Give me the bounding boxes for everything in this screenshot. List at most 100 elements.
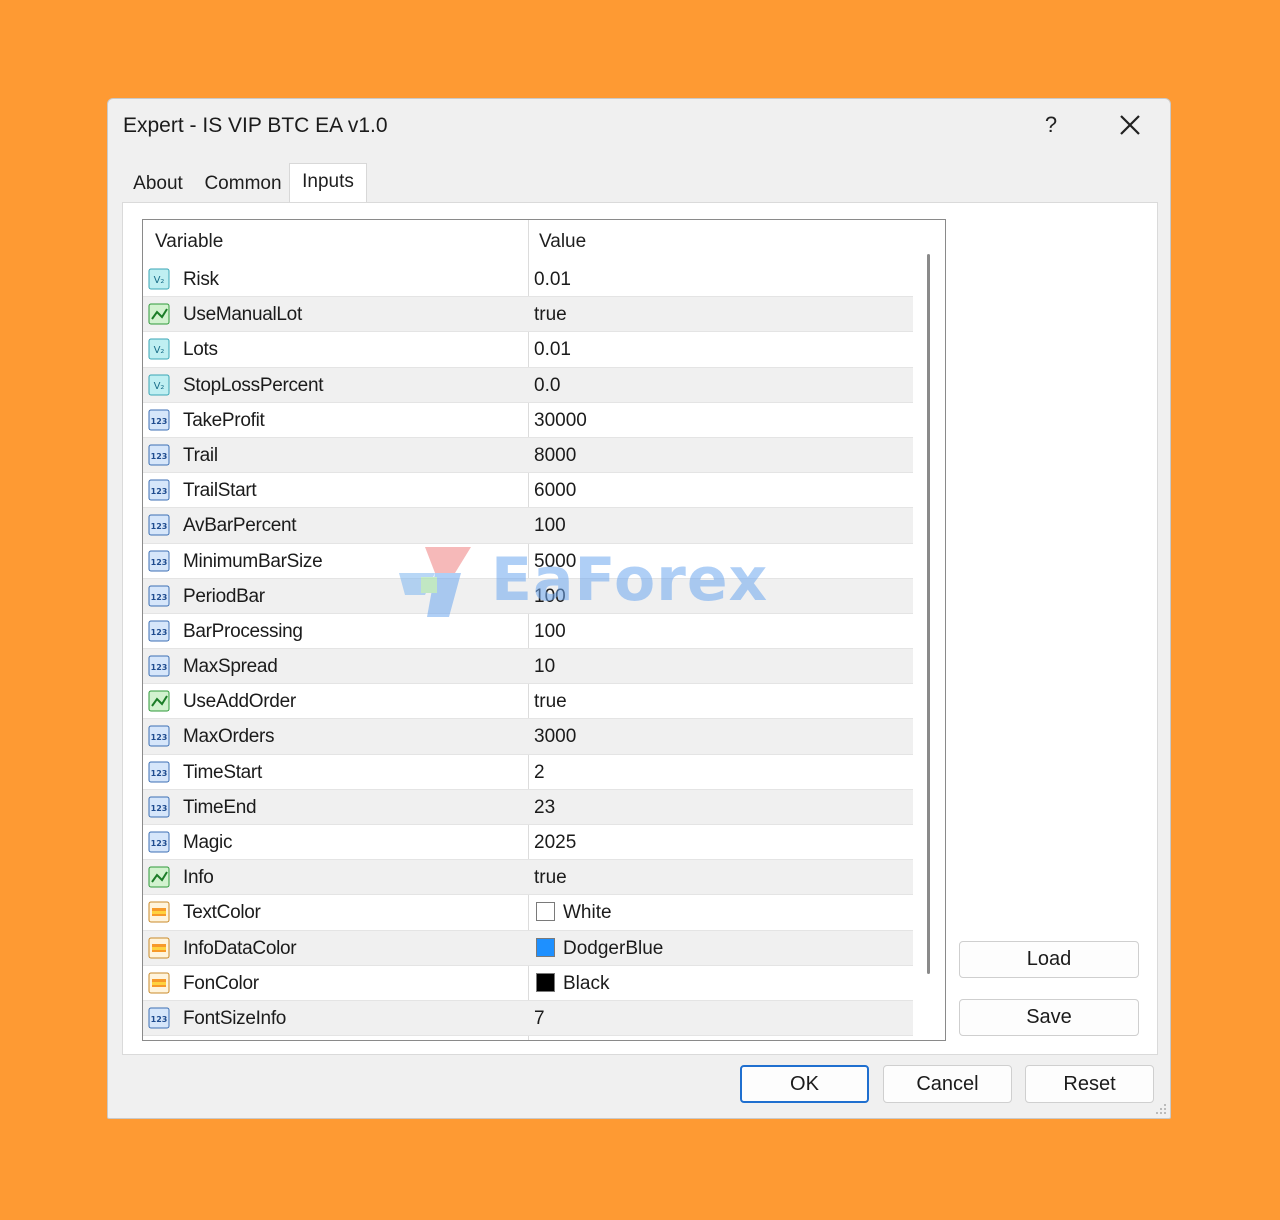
window-title: Expert - IS VIP BTC EA v1.0 xyxy=(123,114,388,137)
int-icon: 123 xyxy=(148,514,172,536)
close-button[interactable] xyxy=(1110,107,1150,143)
variable-name: Risk xyxy=(183,269,219,290)
variable-name: FontSizeInfo xyxy=(183,1007,287,1029)
svg-text:123: 123 xyxy=(151,522,168,531)
grid-row-info[interactable]: Info true xyxy=(143,860,913,896)
grid-row-trailstart[interactable]: 123 TrailStart 6000 xyxy=(143,473,913,509)
grid-row-takeprofit[interactable]: 123 TakeProfit 30000 xyxy=(143,403,913,438)
int-icon: 123 xyxy=(148,620,172,642)
variable-value[interactable]: true xyxy=(534,860,567,895)
int-icon: 123 xyxy=(148,444,172,466)
svg-text:123: 123 xyxy=(151,487,168,496)
grid-row-risk[interactable]: V₂ Risk 0.01 xyxy=(143,262,913,298)
grid-row-barprocessing[interactable]: 123 BarProcessing 100 xyxy=(143,614,913,650)
int-icon: 123 xyxy=(148,655,172,677)
grid-row-periodbar[interactable]: 123 PeriodBar 100 xyxy=(143,578,913,614)
variable-value[interactable]: 5000 xyxy=(534,544,576,579)
svg-text:123: 123 xyxy=(151,417,168,426)
svg-text:123: 123 xyxy=(151,593,168,602)
header-variable[interactable]: Variable xyxy=(155,220,223,262)
variable-name: TakeProfit xyxy=(183,409,265,431)
svg-text:V₂: V₂ xyxy=(154,275,165,286)
variable-name: MaxSpread xyxy=(183,656,278,678)
cancel-button[interactable]: Cancel xyxy=(883,1065,1012,1103)
title-bar[interactable]: Expert - IS VIP BTC EA v1.0 ? xyxy=(108,99,1170,155)
grid-row-magic[interactable]: 123 Magic 2025 xyxy=(143,825,913,861)
grid-row-maxspread[interactable]: 123 MaxSpread 10 xyxy=(143,649,913,685)
variable-value[interactable]: 0.0 xyxy=(534,368,560,403)
variable-value[interactable]: 30000 xyxy=(534,403,587,438)
variable-value[interactable]: true xyxy=(534,297,567,332)
variable-value[interactable]: true xyxy=(534,684,567,719)
header-value[interactable]: Value xyxy=(539,220,586,262)
variable-name: MinimumBarSize xyxy=(183,550,323,572)
tab-inputs[interactable]: Inputs xyxy=(289,163,367,203)
variable-value[interactable]: 0.01 xyxy=(534,262,571,297)
save-button[interactable]: Save xyxy=(959,999,1139,1036)
expert-dialog: Expert - IS VIP BTC EA v1.0 ? About Comm… xyxy=(107,98,1171,1119)
variable-name: Magic xyxy=(183,832,233,853)
grid-row-fontsizeinfo[interactable]: 123 FontSizeInfo 7 xyxy=(143,1000,913,1037)
grid-rows: V₂ Risk 0.01 UseManualLot true V₂ Lots 0.01 V₂ St… xyxy=(143,262,913,1037)
vertical-scrollbar[interactable] xyxy=(913,220,945,1040)
scroll-thumb[interactable] xyxy=(927,254,930,974)
tab-about[interactable]: About xyxy=(123,166,193,200)
svg-text:123: 123 xyxy=(151,628,168,637)
variable-name: Lots xyxy=(183,339,218,361)
variable-name: Info xyxy=(183,867,214,889)
grid-row-usemanuallot[interactable]: UseManualLot true xyxy=(143,297,913,333)
svg-text:123: 123 xyxy=(151,663,168,672)
grid-row-maxorders[interactable]: 123 MaxOrders 3000 xyxy=(143,719,913,755)
int-icon: 123 xyxy=(148,796,172,818)
grid-row-trail[interactable]: 123 Trail 8000 xyxy=(143,437,913,474)
variable-value[interactable]: 6000 xyxy=(534,473,576,508)
bool-icon xyxy=(148,303,172,325)
grid-row-textcolor[interactable]: TextColor White xyxy=(143,895,913,931)
int-icon: 123 xyxy=(148,831,172,853)
variable-value[interactable]: 8000 xyxy=(534,438,576,473)
variable-value[interactable]: 2025 xyxy=(534,825,576,860)
grid-row-infodatacolor[interactable]: InfoDataColor DodgerBlue xyxy=(143,930,913,966)
grid-row-foncolor[interactable]: FonColor Black xyxy=(143,966,913,1001)
svg-text:123: 123 xyxy=(151,452,168,461)
help-button[interactable]: ? xyxy=(1033,107,1069,143)
variable-name: TimeEnd xyxy=(183,796,257,818)
variable-value[interactable]: 23 xyxy=(534,790,555,825)
color-swatch xyxy=(536,972,555,992)
variable-value[interactable]: 100 xyxy=(534,508,566,543)
variable-value[interactable]: 100 xyxy=(534,579,566,614)
variable-value[interactable]: Black xyxy=(563,966,609,1001)
variable-value[interactable]: 0.01 xyxy=(534,332,571,367)
ok-button[interactable]: OK xyxy=(740,1065,869,1103)
double-icon: V₂ xyxy=(148,338,172,360)
bool-icon xyxy=(148,866,172,888)
int-icon: 123 xyxy=(148,409,172,431)
grid-row-timestart[interactable]: 123 TimeStart 2 xyxy=(143,755,913,790)
double-icon: V₂ xyxy=(148,374,172,396)
variable-value[interactable]: 2 xyxy=(534,755,545,790)
variable-value[interactable]: 10 xyxy=(534,649,555,684)
int-icon: 123 xyxy=(148,550,172,572)
double-icon: V₂ xyxy=(148,268,172,290)
grid-row-useaddorder[interactable]: UseAddOrder true xyxy=(143,684,913,720)
inputs-panel: Variable Value V₂ Risk 0.01 UseManualLot tru… xyxy=(122,202,1158,1055)
variable-value[interactable]: DodgerBlue xyxy=(563,931,663,966)
grid-row-avbarpercent[interactable]: 123 AvBarPercent 100 xyxy=(143,508,913,544)
variable-name: TextColor xyxy=(183,902,261,924)
resize-grip-icon[interactable] xyxy=(1155,1103,1167,1115)
grid-row-minimumbarsize[interactable]: 123 MinimumBarSize 5000 xyxy=(143,544,913,579)
int-icon: 123 xyxy=(148,725,172,747)
variable-name: TrailStart xyxy=(183,480,257,502)
grid-row-stoplosspercent[interactable]: V₂ StopLossPercent 0.0 xyxy=(143,367,913,403)
variable-value[interactable]: White xyxy=(563,895,612,930)
variable-value[interactable]: 3000 xyxy=(534,719,576,754)
tab-common[interactable]: Common xyxy=(195,166,291,200)
svg-text:123: 123 xyxy=(151,558,168,567)
variable-value[interactable]: 100 xyxy=(534,614,566,649)
load-button[interactable]: Load xyxy=(959,941,1139,978)
variable-value[interactable]: 7 xyxy=(534,1001,545,1036)
reset-button[interactable]: Reset xyxy=(1025,1065,1154,1103)
grid-row-timeend[interactable]: 123 TimeEnd 23 xyxy=(143,789,913,825)
variable-name: MaxOrders xyxy=(183,726,275,748)
grid-row-lots[interactable]: V₂ Lots 0.01 xyxy=(143,332,913,368)
